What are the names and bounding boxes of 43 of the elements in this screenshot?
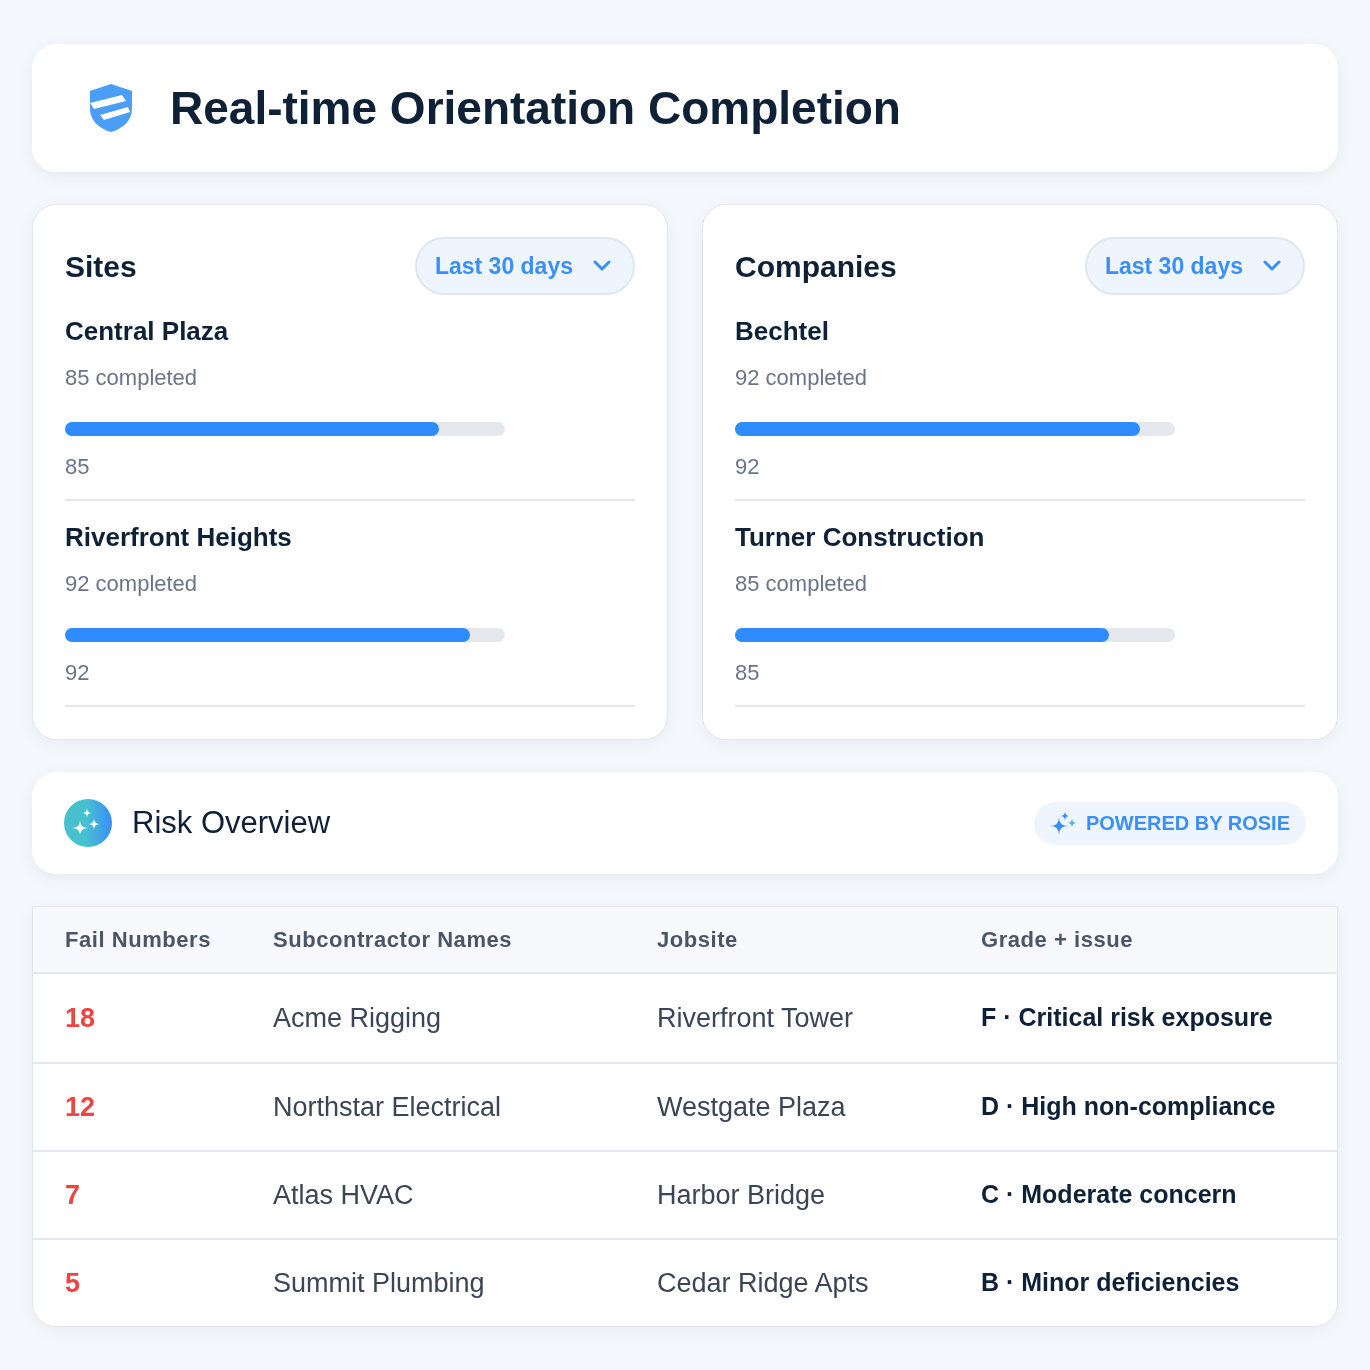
- chevron-down-icon: [1263, 260, 1281, 272]
- completed-count: 92 completed: [65, 570, 199, 598]
- grade-issue: D · High non-compliance: [981, 1091, 1277, 1123]
- fail-number: 7: [65, 1178, 82, 1212]
- sparkle-icon: [64, 799, 112, 847]
- panel-title: Sites: [65, 248, 137, 285]
- subcontractor-name: Acme Rigging: [273, 1001, 443, 1035]
- jobsite-name: Harbor Bridge: [657, 1178, 827, 1212]
- column-header: Jobsite: [657, 926, 739, 954]
- chevron-down-icon: [593, 260, 611, 272]
- progress-value: 92: [65, 659, 91, 687]
- page-title: Real-time Orientation Completion: [170, 80, 901, 136]
- completed-count: 85 completed: [65, 364, 199, 392]
- completed-count: 92 completed: [735, 364, 869, 392]
- item-name: Riverfront Heights: [65, 521, 293, 553]
- shield-logo-icon: [88, 83, 134, 133]
- subcontractor-name: Atlas HVAC: [273, 1178, 415, 1212]
- column-header: Fail Numbers: [65, 926, 212, 954]
- jobsite-name: Riverfront Tower: [657, 1001, 855, 1035]
- progress-value: 85: [65, 453, 91, 481]
- fail-number: 12: [65, 1090, 97, 1124]
- section-title: Risk Overview: [132, 803, 331, 842]
- subcontractor-name: Northstar Electrical: [273, 1090, 503, 1124]
- grade-issue: F · Critical risk exposure: [981, 1002, 1274, 1034]
- badge-label: POWERED BY ROSIE: [1085, 811, 1290, 836]
- item-name: Central Plaza: [65, 315, 230, 347]
- subcontractor-name: Summit Plumbing: [273, 1266, 486, 1300]
- fail-number: 18: [65, 1001, 97, 1035]
- jobsite-name: Cedar Ridge Apts: [657, 1266, 870, 1300]
- item-name: Turner Construction: [735, 521, 986, 553]
- fail-number: 5: [65, 1266, 82, 1300]
- column-header: Grade + issue: [981, 926, 1135, 954]
- grade-issue: C · Moderate concern: [981, 1179, 1238, 1211]
- column-header: Subcontractor Names: [273, 926, 514, 954]
- completed-count: 85 completed: [735, 570, 869, 598]
- panel-title: Companies: [735, 248, 897, 285]
- date-range-dropdown[interactable]: Last 30 days: [414, 237, 635, 295]
- item-name: Bechtel: [735, 315, 830, 347]
- jobsite-name: Westgate Plaza: [657, 1090, 847, 1124]
- grade-issue: B · Minor deficiencies: [981, 1267, 1241, 1299]
- progress-value: 92: [735, 453, 761, 481]
- progress-value: 85: [735, 659, 761, 687]
- date-range-dropdown[interactable]: Last 30 days: [1084, 237, 1305, 295]
